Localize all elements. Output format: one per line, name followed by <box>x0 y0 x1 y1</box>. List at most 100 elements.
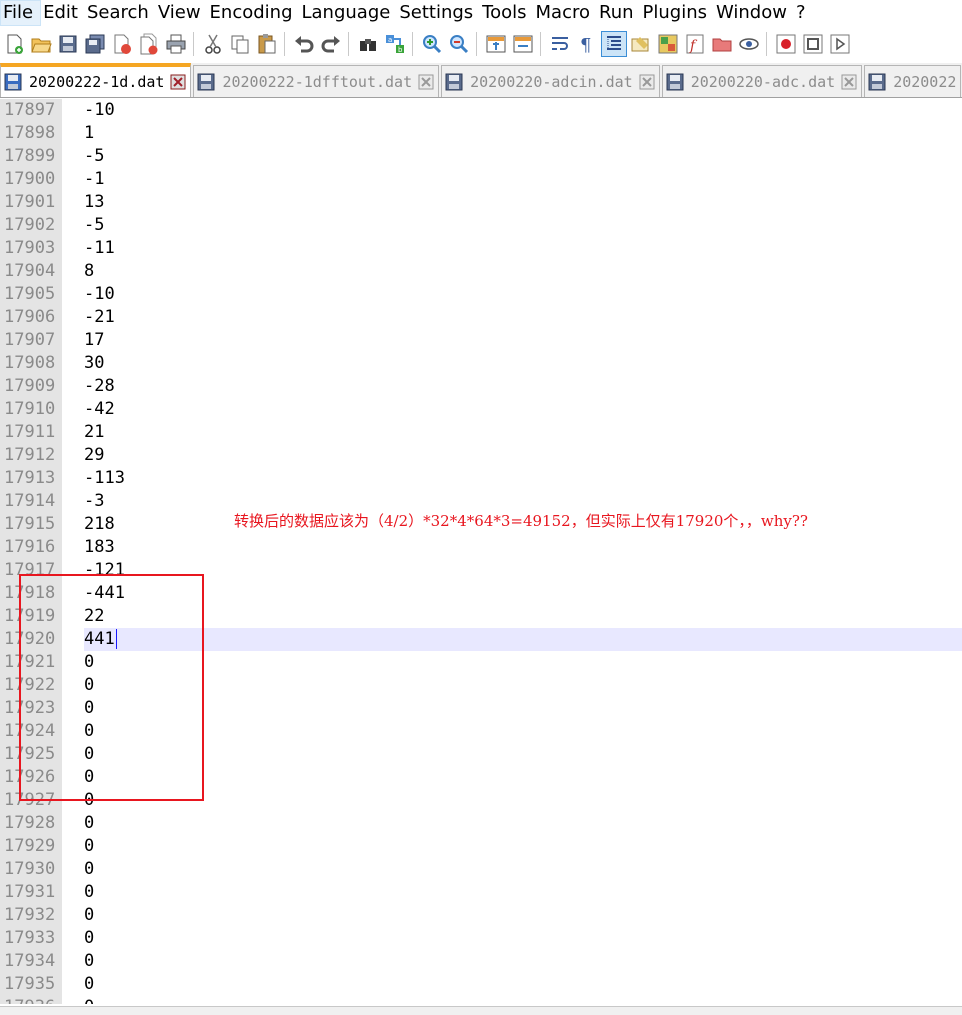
close-tab-icon[interactable] <box>841 74 857 90</box>
line-text[interactable]: 218 <box>84 513 115 536</box>
undo-icon[interactable] <box>291 31 317 57</box>
editor-line[interactable]: 17916 183 <box>0 536 962 559</box>
line-text[interactable]: 17 <box>84 329 104 352</box>
editor-line[interactable]: 17910 -42 <box>0 398 962 421</box>
editor-line[interactable]: 17932 0 <box>0 904 962 927</box>
editor-line[interactable]: 17900 -1 <box>0 168 962 191</box>
menu-view[interactable]: View <box>156 0 208 26</box>
cut-icon[interactable] <box>200 31 226 57</box>
editor-line[interactable]: 17902 -5 <box>0 214 962 237</box>
print-icon[interactable] <box>163 31 189 57</box>
save-all-icon[interactable] <box>82 31 108 57</box>
menu-window[interactable]: Window <box>714 0 794 26</box>
close-tab-icon[interactable] <box>639 74 655 90</box>
menu-search[interactable]: Search <box>85 0 156 26</box>
menu-macro[interactable]: Macro <box>534 0 597 26</box>
indent-guide-icon[interactable] <box>601 30 627 57</box>
line-text[interactable]: 0 <box>84 812 94 835</box>
line-text[interactable]: -3 <box>84 490 104 513</box>
sync-horizontal-icon[interactable] <box>510 31 536 57</box>
file-tab[interactable]: 20200222-1d.dat <box>0 63 192 97</box>
line-text[interactable]: -113 <box>84 467 125 490</box>
function-list-icon[interactable]: f <box>682 31 708 57</box>
line-text[interactable]: 1 <box>84 122 94 145</box>
line-text[interactable]: 0 <box>84 789 94 812</box>
line-text[interactable]: 0 <box>84 743 94 766</box>
menu-settings[interactable]: Settings <box>397 0 480 26</box>
file-tab[interactable]: 20200222-1dfftout.dat <box>193 65 440 97</box>
editor-line[interactable]: 17921 0 <box>0 651 962 674</box>
menu-file[interactable]: File <box>0 0 42 26</box>
line-text[interactable]: 0 <box>84 674 94 697</box>
editor-line[interactable]: 17901 13 <box>0 191 962 214</box>
sync-vertical-icon[interactable] <box>483 31 509 57</box>
line-text[interactable]: 0 <box>84 927 94 950</box>
menu-help[interactable]: ? <box>794 0 813 26</box>
editor-line[interactable]: 17907 17 <box>0 329 962 352</box>
document-map-icon[interactable] <box>655 31 681 57</box>
line-text[interactable]: -42 <box>84 398 115 421</box>
editor-line[interactable]: 17930 0 <box>0 858 962 881</box>
editor-line[interactable]: 17928 0 <box>0 812 962 835</box>
editor-line[interactable]: 17925 0 <box>0 743 962 766</box>
editor-line[interactable]: 17911 21 <box>0 421 962 444</box>
monitoring-icon[interactable] <box>736 31 762 57</box>
zoom-out-icon[interactable] <box>446 31 472 57</box>
line-text[interactable]: -441 <box>84 582 125 605</box>
line-text[interactable]: 0 <box>84 996 94 1004</box>
stop-recording-icon[interactable] <box>800 31 826 57</box>
line-text[interactable]: -11 <box>84 237 115 260</box>
find-icon[interactable] <box>355 31 381 57</box>
line-text[interactable]: -10 <box>84 99 115 122</box>
editor-line[interactable]: 17922 0 <box>0 674 962 697</box>
word-wrap-icon[interactable] <box>547 31 573 57</box>
line-text[interactable]: 29 <box>84 444 104 467</box>
line-text[interactable]: -5 <box>84 145 104 168</box>
editor-line[interactable]: 17904 8 <box>0 260 962 283</box>
new-file-icon[interactable] <box>1 31 27 57</box>
line-text[interactable]: -1 <box>84 168 104 191</box>
menu-run[interactable]: Run <box>597 0 641 26</box>
line-text[interactable]: 0 <box>84 835 94 858</box>
zoom-in-icon[interactable] <box>419 31 445 57</box>
paste-icon[interactable] <box>254 31 280 57</box>
editor-line[interactable]: 17913 -113 <box>0 467 962 490</box>
close-icon[interactable] <box>109 31 135 57</box>
line-text[interactable]: 21 <box>84 421 104 444</box>
menu-plugins[interactable]: Plugins <box>641 0 714 26</box>
close-all-icon[interactable] <box>136 31 162 57</box>
menu-edit[interactable]: Edit <box>41 0 85 26</box>
editor-line[interactable]: 17931 0 <box>0 881 962 904</box>
editor[interactable]: 17897 -10 17898 1 17899 -5 17900 -1 17901 13 17902… <box>0 99 962 1004</box>
line-text[interactable]: -121 <box>84 559 125 582</box>
line-text[interactable]: -21 <box>84 306 115 329</box>
editor-line[interactable]: 17917 -121 <box>0 559 962 582</box>
line-text[interactable]: 0 <box>84 697 94 720</box>
editor-line[interactable]: 17898 1 <box>0 122 962 145</box>
editor-line[interactable]: 17897 -10 <box>0 99 962 122</box>
show-all-characters-icon[interactable]: ¶ <box>574 31 600 57</box>
line-text[interactable]: 30 <box>84 352 104 375</box>
replace-icon[interactable]: ab <box>382 31 408 57</box>
copy-icon[interactable] <box>227 31 253 57</box>
line-text[interactable]: 8 <box>84 260 94 283</box>
line-text[interactable]: 0 <box>84 881 94 904</box>
editor-line[interactable]: 17929 0 <box>0 835 962 858</box>
play-macro-icon[interactable] <box>827 31 853 57</box>
record-macro-icon[interactable] <box>773 31 799 57</box>
editor-line[interactable]: 17919 22 <box>0 605 962 628</box>
editor-line[interactable]: 17934 0 <box>0 950 962 973</box>
editor-line[interactable]: 17906 -21 <box>0 306 962 329</box>
save-icon[interactable] <box>55 31 81 57</box>
line-text[interactable]: -28 <box>84 375 115 398</box>
current-line[interactable]: 17920 441 <box>0 628 962 651</box>
editor-line[interactable]: 17918 -441 <box>0 582 962 605</box>
editor-line[interactable]: 17908 30 <box>0 352 962 375</box>
menu-tools[interactable]: Tools <box>480 0 533 26</box>
line-text[interactable]: 13 <box>84 191 104 214</box>
menu-language[interactable]: Language <box>300 0 398 26</box>
line-text[interactable]: 22 <box>84 605 104 628</box>
line-text[interactable]: 0 <box>84 904 94 927</box>
redo-icon[interactable] <box>318 31 344 57</box>
file-tab[interactable]: 2020022 <box>864 65 962 97</box>
